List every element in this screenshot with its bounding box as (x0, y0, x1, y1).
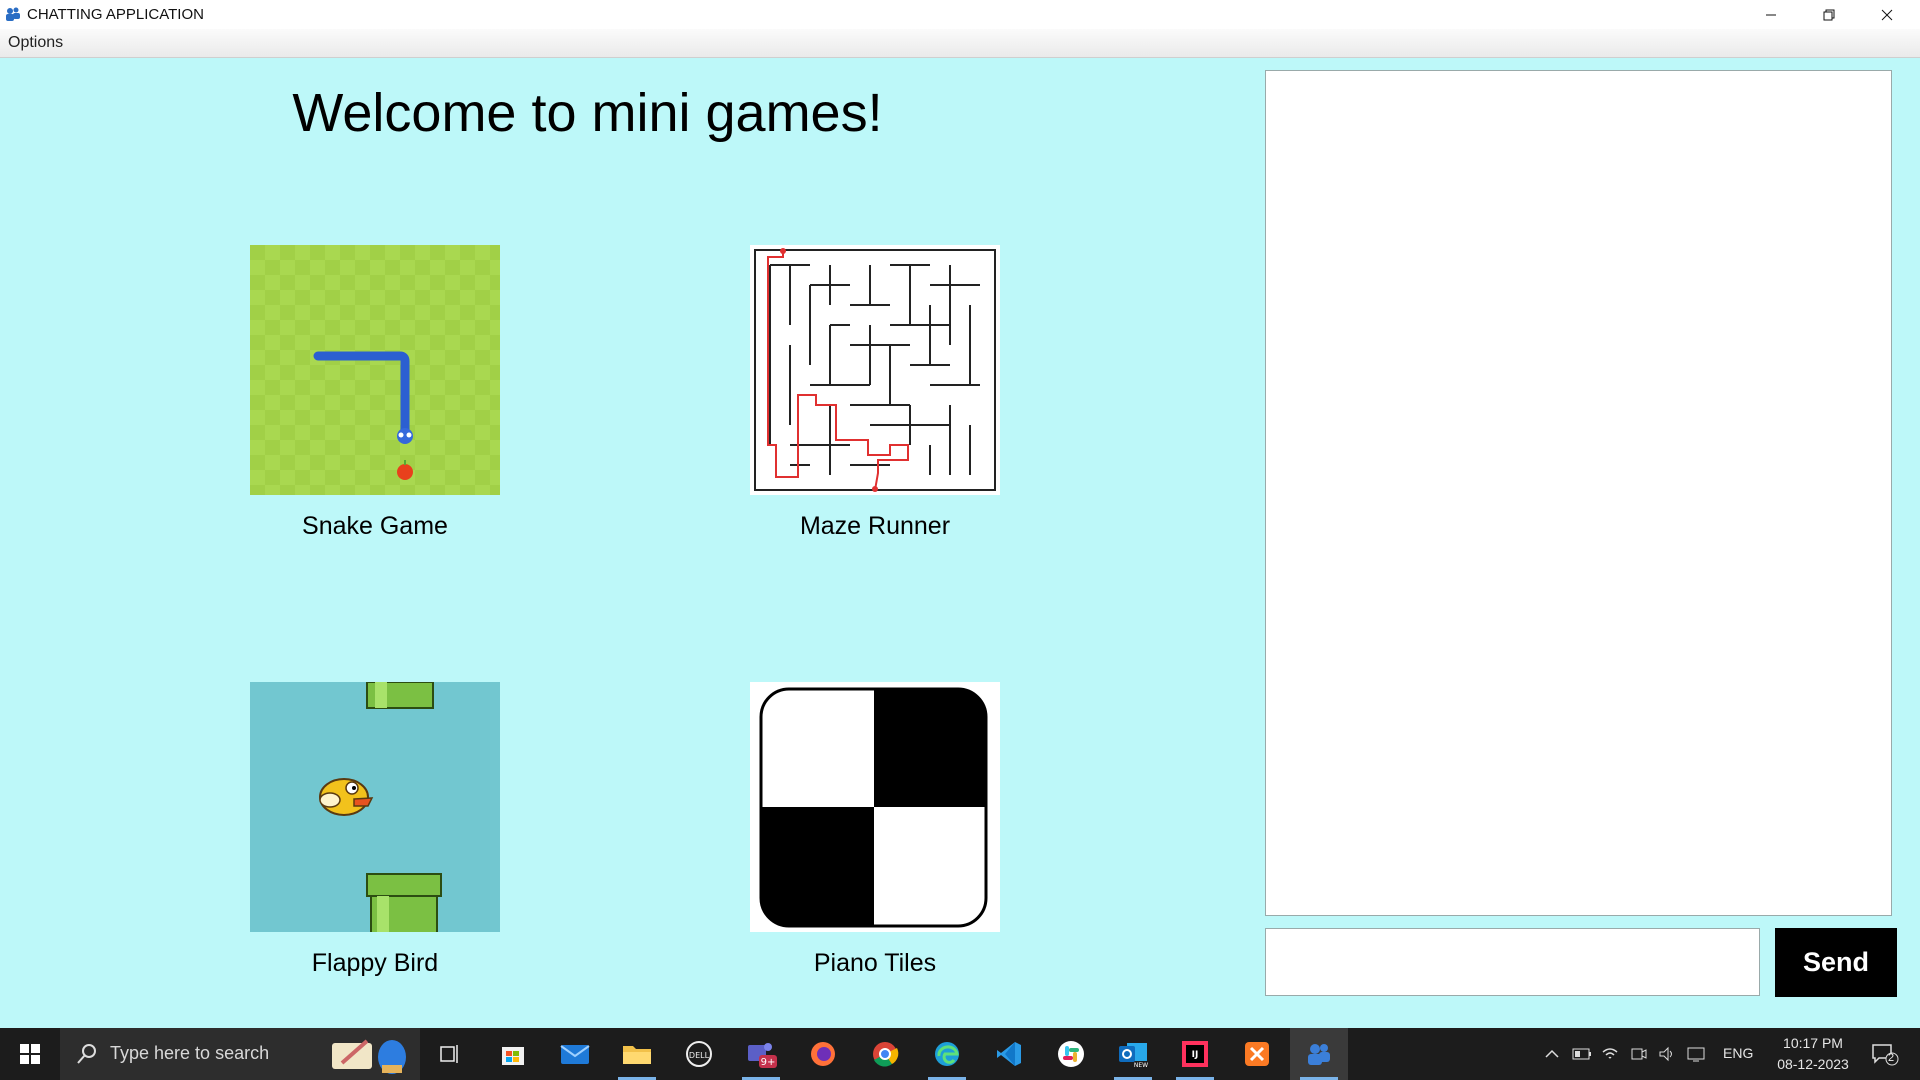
taskbar-dell[interactable]: DELL (670, 1028, 728, 1080)
volume-icon (1659, 1046, 1672, 1062)
piano-tiles-tile[interactable] (750, 682, 1000, 932)
chat-app-icon (1308, 1044, 1330, 1065)
task-view-icon (440, 1045, 458, 1063)
outlook-icon: NEW (1119, 1043, 1148, 1069)
window-title: CHATTING APPLICATION (27, 6, 204, 23)
taskbar-teams[interactable]: 9+ (732, 1028, 790, 1080)
meet-now-button[interactable] (1629, 1044, 1649, 1064)
display-icon (1687, 1047, 1705, 1062)
taskbar-file-explorer[interactable] (608, 1028, 666, 1080)
start-button[interactable] (0, 1028, 60, 1080)
taskbar-xampp[interactable] (1228, 1028, 1286, 1080)
language-indicator[interactable]: ENG (1723, 1045, 1753, 1061)
clock-time[interactable]: 10:17 PM (1777, 1035, 1849, 1051)
message-input[interactable] (1265, 928, 1760, 996)
mail-icon (560, 1045, 590, 1064)
piano-tiles-label[interactable]: Piano Tiles (715, 949, 1035, 978)
menu-options[interactable]: Options (7, 34, 64, 52)
taskbar-edge[interactable] (918, 1028, 976, 1080)
taskbar-store[interactable] (484, 1028, 542, 1080)
chat-log[interactable] (1265, 70, 1892, 916)
svg-text:IJ: IJ (1192, 1050, 1199, 1060)
teams-icon: 9+ (748, 1043, 777, 1068)
clock-date[interactable]: 08-12-2023 (1769, 1056, 1857, 1072)
taskbar-slack[interactable] (1042, 1028, 1100, 1080)
search-highlight-icon (332, 1039, 406, 1074)
snake-game-label[interactable]: Snake Game (215, 512, 535, 541)
taskbar-vscode[interactable] (980, 1028, 1038, 1080)
minimize-button[interactable] (1742, 0, 1800, 29)
restore-button[interactable] (1800, 0, 1858, 29)
teams-badge: 9+ (761, 1057, 776, 1068)
chrome-icon (873, 1042, 899, 1067)
app-icon (6, 7, 20, 21)
camera-icon (1631, 1048, 1647, 1060)
snake-game-icon (250, 245, 500, 495)
maze-runner-tile[interactable] (750, 245, 1000, 495)
notification-count: 2 (1888, 1052, 1895, 1064)
notification-icon (1872, 1044, 1899, 1066)
snake-game-tile[interactable] (250, 245, 500, 495)
taskbar-chrome[interactable] (856, 1028, 914, 1080)
display-button[interactable] (1686, 1044, 1706, 1064)
menu-bar: Options (0, 29, 1920, 58)
windows-icon (20, 1044, 40, 1064)
battery-button[interactable] (1572, 1044, 1592, 1064)
dell-icon: DELL (686, 1041, 712, 1067)
close-icon (1881, 9, 1893, 20)
battery-icon (1572, 1048, 1591, 1060)
xampp-icon (1245, 1042, 1269, 1066)
taskbar-firefox[interactable] (794, 1028, 852, 1080)
vscode-icon (997, 1042, 1021, 1066)
taskbar: Type here to search DELL 9+ NEW IJ ENG 1… (0, 1028, 1920, 1080)
intellij-icon: IJ (1182, 1041, 1208, 1067)
tray-overflow-button[interactable] (1542, 1044, 1562, 1064)
taskbar-search[interactable]: Type here to search (60, 1028, 420, 1080)
taskbar-chat-app[interactable] (1290, 1028, 1348, 1080)
search-placeholder: Type here to search (110, 1043, 270, 1063)
task-view-button[interactable] (420, 1028, 478, 1080)
edge-icon (935, 1042, 959, 1066)
search-icon (77, 1044, 96, 1064)
outlook-badge: NEW (1134, 1062, 1148, 1069)
page-title: Welcome to mini games! (292, 83, 883, 143)
send-button[interactable]: Send (1775, 928, 1897, 997)
wifi-icon (1602, 1048, 1618, 1059)
taskbar-mail[interactable] (546, 1028, 604, 1080)
flappy-bird-icon (250, 682, 500, 932)
slack-icon (1058, 1041, 1084, 1067)
wifi-button[interactable] (1600, 1044, 1620, 1064)
folder-icon (623, 1046, 651, 1064)
piano-tiles-icon (750, 682, 1000, 932)
notifications-button[interactable]: 2 (1870, 1044, 1900, 1066)
flappy-bird-tile[interactable] (250, 682, 500, 932)
restore-icon (1823, 9, 1835, 20)
flappy-bird-label[interactable]: Flappy Bird (215, 949, 535, 978)
firefox-icon (811, 1042, 835, 1066)
title-bar: CHATTING APPLICATION (0, 0, 1920, 29)
maze-icon (750, 245, 1000, 495)
chevron-up-icon (1545, 1049, 1559, 1058)
volume-button[interactable] (1657, 1044, 1677, 1064)
maze-runner-label[interactable]: Maze Runner (715, 512, 1035, 541)
taskbar-intellij[interactable]: IJ (1166, 1028, 1224, 1080)
taskbar-outlook[interactable]: NEW (1104, 1028, 1162, 1080)
svg-text:DELL: DELL (689, 1051, 710, 1060)
store-icon (502, 1047, 524, 1065)
close-button[interactable] (1858, 0, 1916, 29)
minimize-icon (1766, 14, 1776, 15)
